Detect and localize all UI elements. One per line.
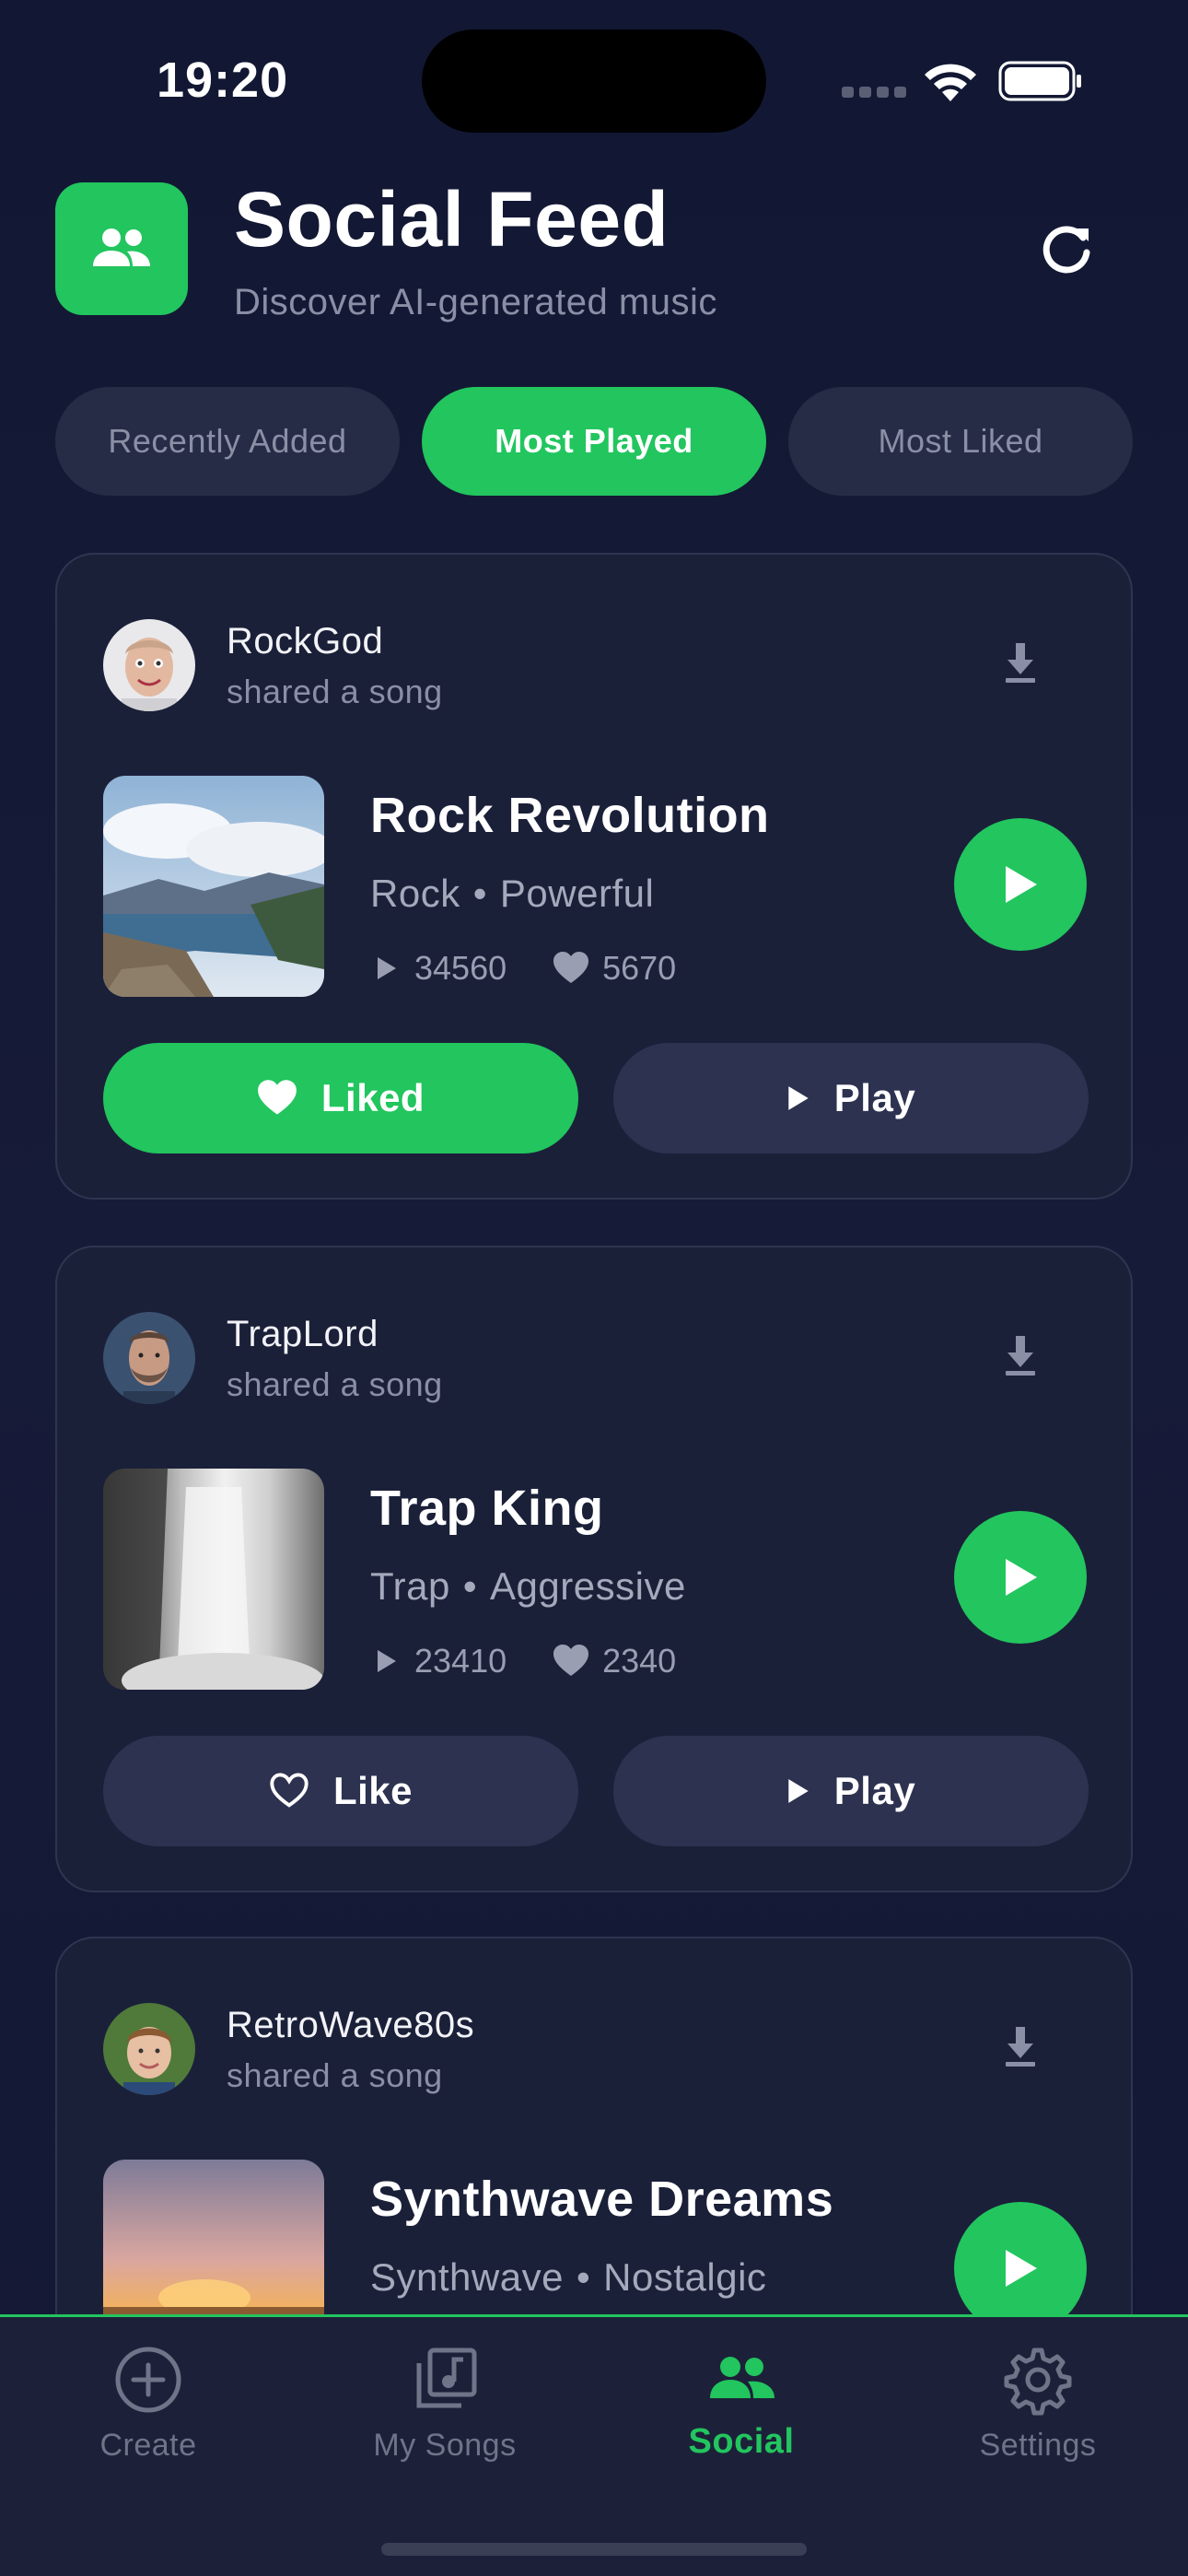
username[interactable]: TrapLord — [227, 1314, 379, 1355]
play-count: 23410 — [414, 1642, 507, 1680]
play-text-button[interactable]: Play — [613, 1043, 1089, 1153]
users-icon — [93, 228, 150, 266]
like-button-label: Like — [332, 1769, 413, 1812]
song-title[interactable]: Rock Revolution — [370, 787, 770, 844]
song-mood: Powerful — [499, 872, 655, 915]
nav-item-social[interactable]: Social — [593, 2317, 890, 2501]
tab-most-played[interactable]: Most Played — [422, 387, 766, 496]
nav-item-my-songs[interactable]: My Songs — [297, 2317, 593, 2501]
play-icon — [788, 1779, 809, 1803]
separator: • — [462, 1564, 478, 1608]
like-count: 2340 — [602, 1642, 677, 1680]
play-button-label: Play — [833, 1076, 916, 1119]
activity-text: shared a song — [227, 2056, 443, 2094]
download-icon[interactable] — [1000, 639, 1041, 687]
feed-list[interactable]: RockGod shared a song Rock Revolution Ro… — [0, 553, 1188, 2316]
nav-label: Social — [688, 2422, 795, 2461]
play-button[interactable] — [954, 1511, 1087, 1644]
status-bar: 19:20 — [0, 0, 1188, 157]
nav-label: Create — [99, 2428, 197, 2463]
song-meta: Synthwave • Nostalgic — [370, 2255, 766, 2300]
play-button[interactable] — [954, 2202, 1087, 2316]
song-genre: Rock — [370, 872, 460, 915]
play-count-icon — [378, 1650, 396, 1672]
feed-card: RetroWave80s shared a song Synthwave Dre… — [55, 1937, 1133, 2316]
plus-circle-icon — [115, 2347, 181, 2413]
play-icon — [1006, 866, 1037, 903]
separator: • — [576, 2255, 591, 2299]
play-icon — [1006, 2250, 1037, 2287]
song-meta: Trap • Aggressive — [370, 1564, 686, 1609]
song-cover[interactable] — [103, 1469, 324, 1690]
download-icon[interactable] — [1000, 1332, 1041, 1380]
play-count-icon — [378, 957, 396, 979]
song-mood: Aggressive — [490, 1564, 686, 1608]
song-mood: Nostalgic — [603, 2255, 767, 2299]
play-text-button[interactable]: Play — [613, 1736, 1089, 1846]
song-cover[interactable] — [103, 2160, 324, 2316]
refresh-icon[interactable] — [1035, 217, 1098, 280]
dynamic-island — [422, 29, 766, 133]
feed-card: TrapLord shared a song Trap King Trap • Ag… — [55, 1246, 1133, 1892]
activity-text: shared a song — [227, 1365, 443, 1403]
home-indicator — [381, 2543, 807, 2556]
nav-item-settings[interactable]: Settings — [890, 2317, 1186, 2501]
app-icon — [55, 182, 188, 315]
song-cover[interactable] — [103, 776, 324, 997]
separator: • — [472, 872, 487, 915]
status-time: 19:20 — [157, 53, 289, 108]
avatar[interactable] — [103, 619, 195, 711]
song-title[interactable]: Synthwave Dreams — [370, 2171, 833, 2228]
nav-label: My Songs — [373, 2428, 517, 2463]
play-button-label: Play — [833, 1769, 916, 1812]
gear-icon — [1004, 2348, 1072, 2416]
download-icon[interactable] — [1000, 2023, 1041, 2071]
nav-label: Settings — [979, 2428, 1097, 2463]
play-count: 34560 — [414, 949, 507, 987]
song-stats: 34560 5670 — [376, 945, 676, 991]
play-icon — [1006, 1559, 1037, 1596]
username[interactable]: RetroWave80s — [227, 2005, 474, 2046]
music-library-icon — [416, 2348, 477, 2408]
heart-icon — [553, 952, 589, 983]
heart-filled-icon — [257, 1080, 297, 1115]
like-button[interactable]: Liked — [103, 1043, 578, 1153]
page-title: Social Feed — [234, 176, 670, 263]
page-subtitle: Discover AI-generated music — [234, 282, 717, 322]
feed-card: RockGod shared a song Rock Revolution Ro… — [55, 553, 1133, 1200]
tab-recently-added[interactable]: Recently Added — [55, 387, 400, 496]
song-genre: Trap — [370, 1564, 450, 1608]
wifi-icon — [925, 64, 976, 101]
play-icon — [788, 1086, 809, 1110]
heart-icon — [553, 1645, 589, 1676]
like-button-label: Liked — [320, 1076, 425, 1119]
bottom-nav: Create My Songs Social Settings — [0, 2314, 1188, 2576]
play-button[interactable] — [954, 818, 1087, 951]
cellular-signal-icon — [842, 87, 906, 98]
avatar[interactable] — [103, 1312, 195, 1404]
heart-outline-icon — [270, 1773, 309, 1808]
username[interactable]: RockGod — [227, 621, 383, 662]
song-genre: Synthwave — [370, 2255, 564, 2299]
like-count: 5670 — [602, 949, 677, 987]
activity-text: shared a song — [227, 673, 443, 710]
song-meta: Rock • Powerful — [370, 872, 654, 916]
avatar[interactable] — [103, 2003, 195, 2095]
battery-icon — [998, 61, 1081, 101]
song-title[interactable]: Trap King — [370, 1480, 604, 1537]
like-button[interactable]: Like — [103, 1736, 578, 1846]
tab-most-liked[interactable]: Most Liked — [788, 387, 1133, 496]
nav-item-create[interactable]: Create — [0, 2317, 297, 2501]
song-stats: 23410 2340 — [376, 1638, 676, 1684]
users-icon — [710, 2357, 775, 2398]
